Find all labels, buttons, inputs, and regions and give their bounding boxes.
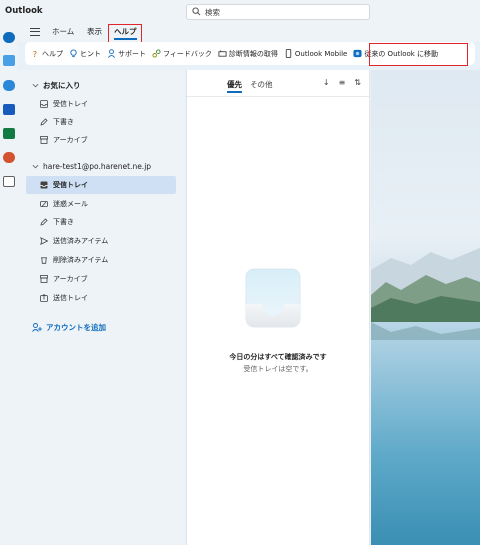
word-app-icon[interactable] <box>3 104 15 115</box>
landscape-image <box>371 70 480 545</box>
inbox-icon <box>40 181 48 189</box>
diagnostics-icon <box>218 49 227 58</box>
favorites-header[interactable]: お気に入り <box>32 80 81 91</box>
sort-icon[interactable]: ⇅ <box>354 78 361 87</box>
outlook-classic-icon <box>353 49 362 58</box>
jump-down-icon[interactable]: ↓ <box>323 78 330 87</box>
junk-icon <box>40 200 48 208</box>
message-list: 優先 その他 ↓ ≡ ⇅ 今日の分はすべて確認済みです 受信トレイは空です。 <box>186 70 370 545</box>
person-support-icon <box>107 49 116 58</box>
phone-icon <box>284 49 293 58</box>
trash-icon <box>40 256 48 264</box>
empty-title: 今日の分はすべて確認済みです <box>229 353 327 361</box>
feedback-icon <box>152 49 161 58</box>
draft-icon <box>40 218 48 226</box>
tab-home[interactable]: ホーム <box>52 26 74 37</box>
search-icon <box>192 6 201 18</box>
add-account-button[interactable]: アカウントを追加 <box>32 322 106 333</box>
chevron-down-icon <box>32 164 39 169</box>
sent-icon <box>40 237 48 245</box>
tab-help[interactable]: ヘルプ <box>114 26 137 40</box>
title-bar: Outlook 検索 <box>0 0 480 22</box>
folder-inbox[interactable]: 受信トレイ <box>26 176 176 194</box>
focused-other-tabs: 優先 その他 <box>227 79 273 93</box>
favorites-folder-archive[interactable]: アーカイブ <box>26 131 176 149</box>
archive-icon <box>40 136 48 144</box>
folder-sent[interactable]: 送信済みアイテム <box>26 232 176 250</box>
folder-drafts[interactable]: 下書き <box>26 213 176 231</box>
diagnostics-button[interactable]: 診断情報の取得 <box>218 49 278 59</box>
support-button[interactable]: サポート <box>107 49 146 59</box>
app-title: Outlook <box>5 6 43 16</box>
people-app-icon[interactable] <box>3 80 15 91</box>
favorites-folder-inbox[interactable]: 受信トレイ <box>26 95 176 113</box>
filter-icon[interactable]: ≡ <box>339 78 346 87</box>
empty-subtitle: 受信トレイは空です。 <box>243 365 313 373</box>
menu-icon[interactable] <box>30 28 40 36</box>
divider <box>187 96 369 97</box>
question-icon: ? <box>31 49 40 58</box>
list-tools: ↓ ≡ ⇅ <box>323 78 361 87</box>
more-apps-icon[interactable] <box>3 176 15 187</box>
draft-icon <box>40 118 48 126</box>
classic-outlook-button[interactable]: 従来の Outlook に移動 <box>353 49 438 59</box>
search-placeholder: 検索 <box>205 7 220 17</box>
lightbulb-icon <box>69 49 78 58</box>
reading-pane-background <box>371 70 480 545</box>
archive-icon <box>40 275 48 283</box>
excel-app-icon[interactable] <box>3 128 15 139</box>
empty-inbox-illustration <box>245 268 301 328</box>
account-header[interactable]: hare-test1@po.harenet.ne.jp <box>32 162 151 171</box>
search-input[interactable]: 検索 <box>186 4 370 20</box>
help-button[interactable]: ? ヘルプ <box>31 49 63 59</box>
tips-button[interactable]: ヒント <box>69 49 101 59</box>
folder-archive[interactable]: アーカイブ <box>26 270 176 288</box>
svg-text:?: ? <box>33 49 37 58</box>
favorites-folder-drafts[interactable]: 下書き <box>26 113 176 131</box>
tab-focused[interactable]: 優先 <box>227 79 242 93</box>
chevron-down-icon <box>32 83 39 88</box>
feedback-button[interactable]: フィードバック <box>152 49 212 59</box>
ribbon-tabs: ホーム 表示 ヘルプ <box>18 22 480 42</box>
mail-app-icon[interactable] <box>3 32 15 43</box>
add-person-icon <box>32 323 42 332</box>
app-rail <box>0 22 18 545</box>
calendar-app-icon[interactable] <box>3 55 15 66</box>
tab-view[interactable]: 表示 <box>87 26 102 37</box>
outlook-mobile-button[interactable]: Outlook Mobile <box>284 49 347 58</box>
inbox-icon <box>40 100 48 108</box>
outbox-icon <box>40 294 48 302</box>
ribbon-commands: ? ヘルプ ヒント サポート フィードバック 診断情報の取得 Outlook M… <box>25 42 475 65</box>
folder-pane: お気に入り 受信トレイ 下書き アーカイブ hare-test1@po.hare… <box>18 70 185 545</box>
tab-other[interactable]: その他 <box>250 79 273 93</box>
powerpoint-app-icon[interactable] <box>3 152 15 163</box>
folder-deleted[interactable]: 削除済みアイテム <box>26 251 176 269</box>
folder-outbox[interactable]: 送信トレイ <box>26 289 176 307</box>
folder-junk[interactable]: 迷惑メール <box>26 195 176 213</box>
